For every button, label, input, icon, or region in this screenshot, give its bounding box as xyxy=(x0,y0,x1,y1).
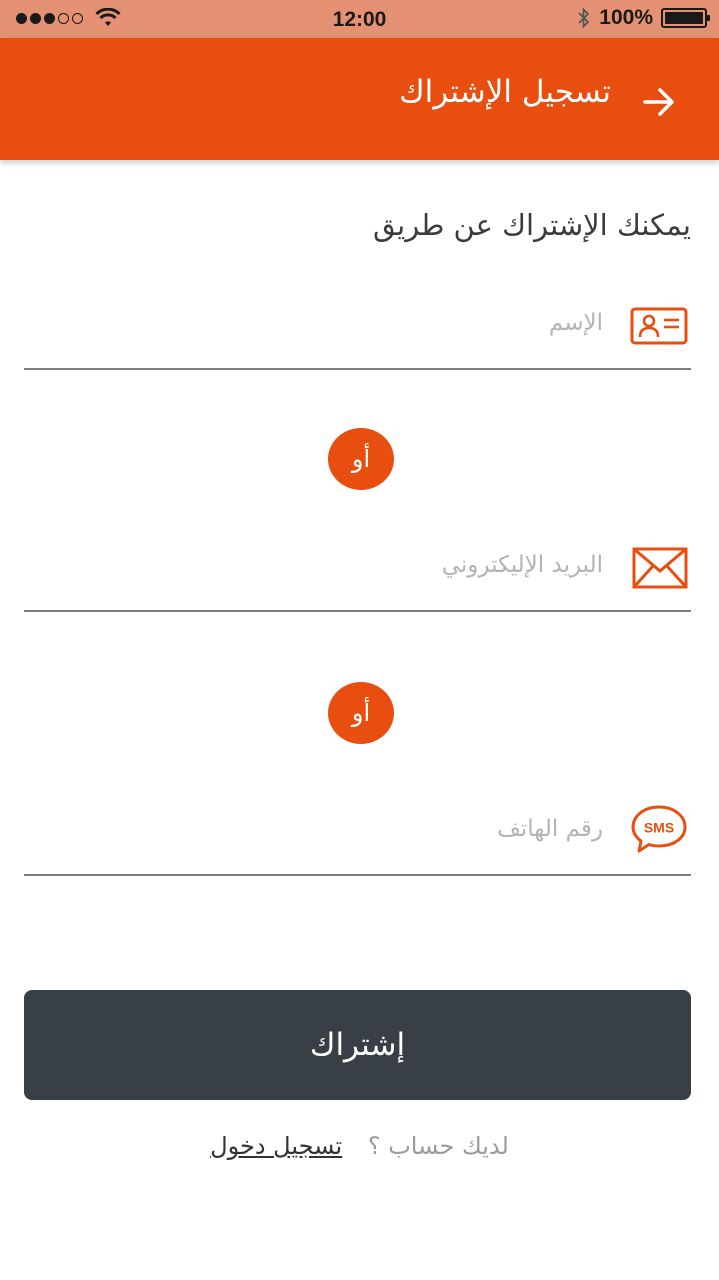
phone-input[interactable] xyxy=(103,804,603,854)
page-title: تسجيل الإشتراك xyxy=(399,74,611,110)
app-bar: تسجيل الإشتراك xyxy=(0,38,719,160)
or-badge: أو xyxy=(328,682,394,744)
battery-percentage: 100% xyxy=(599,6,653,29)
intro-text: يمكنك الإشتراك عن طريق xyxy=(372,208,691,242)
arrow-right-icon[interactable] xyxy=(639,82,679,122)
envelope-icon xyxy=(632,547,688,589)
phone-field: SMS xyxy=(24,788,691,876)
name-input[interactable] xyxy=(103,298,603,348)
email-field xyxy=(24,524,691,612)
or-badge: أو xyxy=(328,428,394,490)
subscribe-button[interactable]: إشتراك xyxy=(24,990,691,1100)
id-card-icon xyxy=(630,307,688,345)
battery-icon xyxy=(661,8,710,28)
email-input[interactable] xyxy=(103,540,603,590)
name-field xyxy=(24,282,691,370)
sms-icon-label: SMS xyxy=(644,820,674,836)
login-link[interactable]: تسجيل دخول xyxy=(210,1132,342,1160)
bluetooth-icon xyxy=(578,7,590,29)
login-row: لديك حساب ؟ تسجيل دخول xyxy=(0,1132,719,1160)
status-right: 100% xyxy=(577,6,710,30)
sms-icon: SMS xyxy=(631,805,687,853)
have-account-text: لديك حساب ؟ xyxy=(367,1132,509,1160)
status-bar: 12:00 100% xyxy=(0,0,719,38)
